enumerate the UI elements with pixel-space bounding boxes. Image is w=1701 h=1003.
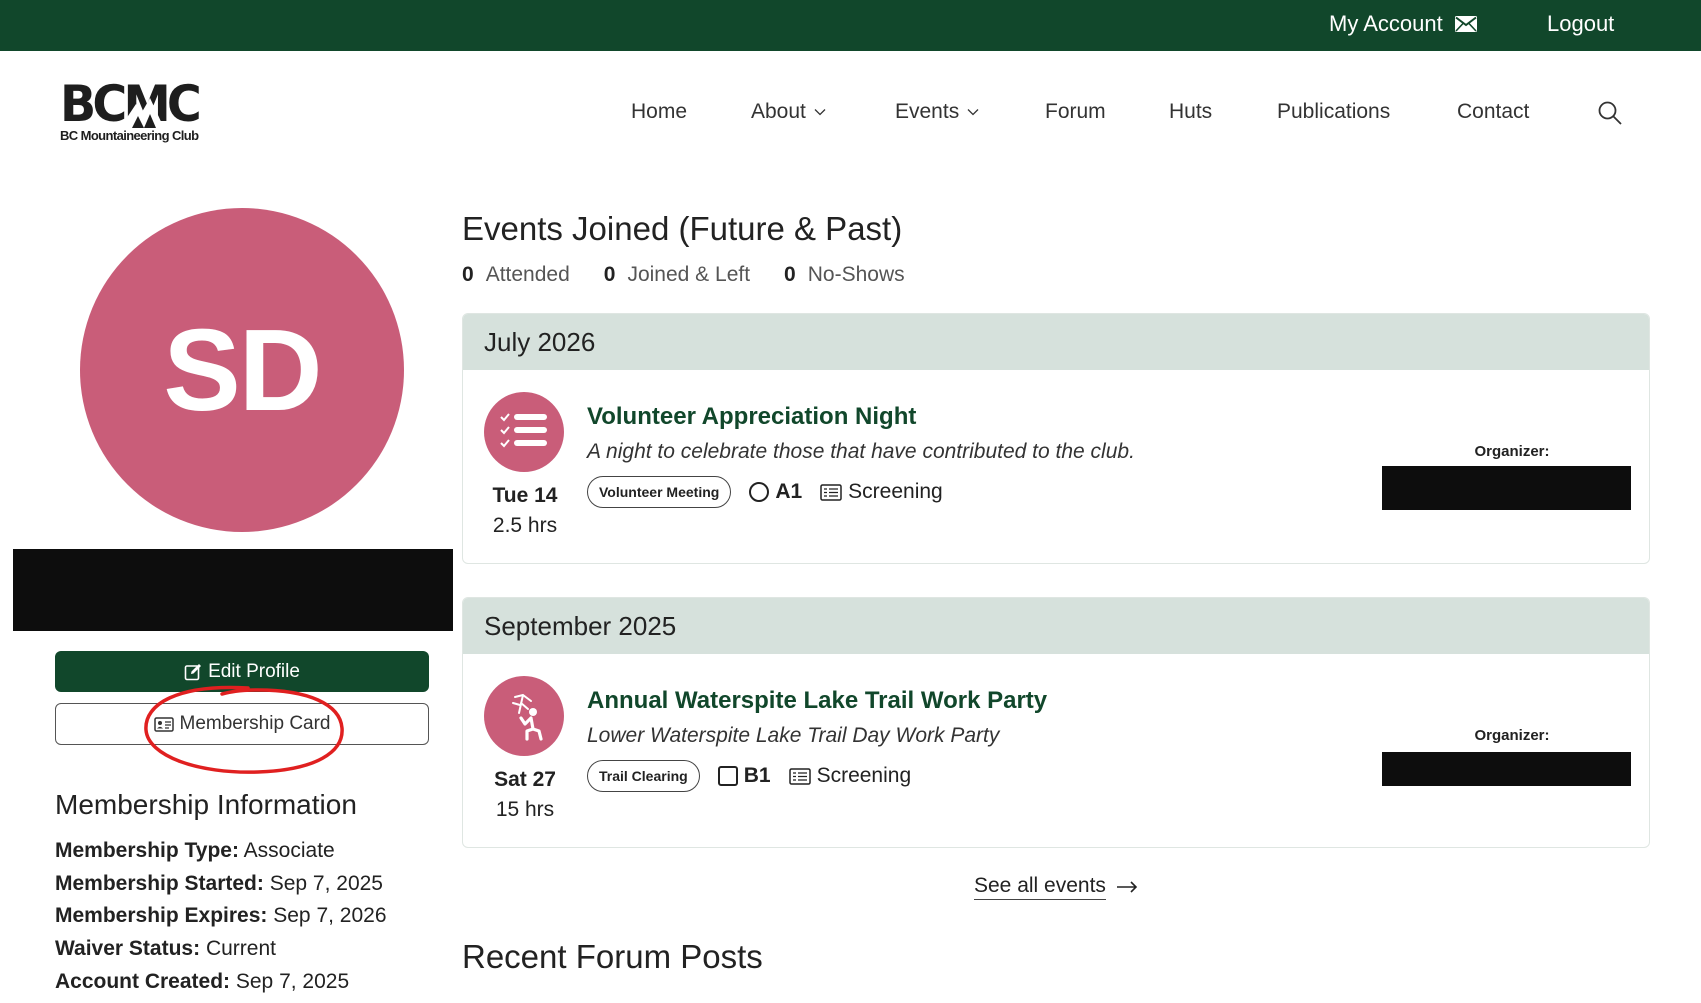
nav-label: Home <box>631 100 688 123</box>
mail-icon <box>1454 16 1477 32</box>
organizer-label: Organizer: <box>1474 443 1550 460</box>
search-icon[interactable] <box>1597 100 1623 126</box>
membership-expires-row: Membership Expires: Sep 7, 2026 <box>55 904 387 928</box>
avatar: SD <box>80 208 404 532</box>
membership-type-row: Membership Type: Associate <box>55 839 335 862</box>
category-badge: Volunteer Meeting <box>587 476 732 508</box>
logout-label: Logout <box>1547 11 1615 36</box>
grade-tag: B1 <box>717 764 771 788</box>
membership-card-label: Membership Card <box>179 713 331 734</box>
event-description: A night to celebrate those that have con… <box>587 440 1135 463</box>
events-joined-title: Events Joined (Future & Past) <box>462 210 903 247</box>
nav-item-events[interactable]: Events <box>895 100 979 124</box>
redacted-organizer <box>1382 466 1631 510</box>
event-stats: 0 Attended 0 Joined & Left 0 No-Shows <box>462 263 905 287</box>
month-header: July 2026 <box>463 314 1649 370</box>
nav-label: Forum <box>1045 100 1106 123</box>
grade-tag: A1 <box>749 480 802 504</box>
nav-label: Huts <box>1169 100 1213 123</box>
my-account-link[interactable]: My Account <box>1329 11 1477 37</box>
redacted-organizer <box>1382 752 1631 786</box>
edit-icon <box>184 663 202 680</box>
avatar-initials: SD <box>163 305 322 435</box>
event-tags: Trail Clearing B1 Screening <box>587 760 911 792</box>
membership-started-row: Membership Started: Sep 7, 2025 <box>55 871 383 895</box>
screening-tag: Screening <box>820 480 943 504</box>
logout-link[interactable]: Logout <box>1547 11 1614 37</box>
month-group-september-2025: September 2025 Sat 27 15 hrs Annual Wate… <box>462 597 1650 848</box>
nav-item-huts[interactable]: Huts <box>1169 100 1212 124</box>
checklist-icon <box>484 392 564 472</box>
stat-no-shows: 0 No-Shows <box>784 263 905 286</box>
nav-label: About <box>751 100 806 123</box>
id-card-icon <box>153 716 174 732</box>
main-nav: Home About Events Forum Huts Publication… <box>0 100 1701 130</box>
square-grade-icon <box>717 766 738 786</box>
stat-joined-left: 0 Joined & Left <box>603 263 751 286</box>
event-date: Tue 14 2.5 hrs <box>492 484 558 537</box>
nav-label: Publications <box>1277 100 1391 123</box>
membership-info-title: Membership Information <box>55 789 357 820</box>
trail-clearing-icon <box>484 676 564 756</box>
month-header: September 2025 <box>463 598 1649 654</box>
nav-item-about[interactable]: About <box>751 100 826 124</box>
nav-label: Events <box>895 100 960 123</box>
nav-item-forum[interactable]: Forum <box>1045 100 1106 124</box>
event-tags: Volunteer Meeting A1 Screening <box>587 476 943 508</box>
nav-item-contact[interactable]: Contact <box>1457 100 1529 124</box>
event-description: Lower Waterspite Lake Trail Day Work Par… <box>587 724 1000 747</box>
screening-tag: Screening <box>788 764 911 788</box>
arrow-right-icon <box>1116 881 1138 893</box>
event-date: Sat 27 15 hrs <box>494 768 556 821</box>
category-badge: Trail Clearing <box>587 760 700 792</box>
waiver-status-row: Waiver Status: Current <box>55 937 276 961</box>
see-all-events-link[interactable]: See all events <box>974 874 1138 900</box>
edit-profile-label: Edit Profile <box>208 660 300 682</box>
recent-forum-posts-title: Recent Forum Posts <box>462 938 763 975</box>
top-bar: My Account Logout <box>0 0 1701 51</box>
organizer-label: Organizer: <box>1474 727 1550 744</box>
chevron-down-icon <box>967 109 979 116</box>
nav-item-publications[interactable]: Publications <box>1277 100 1390 124</box>
see-all-events-label: See all events <box>974 874 1106 900</box>
event-title-link[interactable]: Annual Waterspite Lake Trail Work Party <box>587 687 1047 715</box>
screening-form-icon <box>788 767 811 785</box>
membership-info-list: Membership Type: Associate Membership St… <box>55 835 387 999</box>
circle-grade-icon <box>749 482 770 502</box>
my-account-label: My Account <box>1329 11 1443 36</box>
screening-form-icon <box>820 483 842 501</box>
edit-profile-button[interactable]: Edit Profile <box>55 651 429 692</box>
nav-item-home[interactable]: Home <box>631 100 687 124</box>
nav-label: Contact <box>1457 100 1530 123</box>
redacted-member-name <box>13 549 453 631</box>
event-title-link[interactable]: Volunteer Appreciation Night <box>587 403 916 431</box>
month-group-july-2026: July 2026 Tue 14 2.5 hrs Volunteer Appre… <box>462 313 1650 564</box>
account-created-row: Account Created: Sep 7, 2025 <box>55 969 350 993</box>
chevron-down-icon <box>814 109 826 116</box>
stat-attended: 0 Attended <box>462 263 570 286</box>
membership-card-button[interactable]: Membership Card <box>55 703 429 745</box>
